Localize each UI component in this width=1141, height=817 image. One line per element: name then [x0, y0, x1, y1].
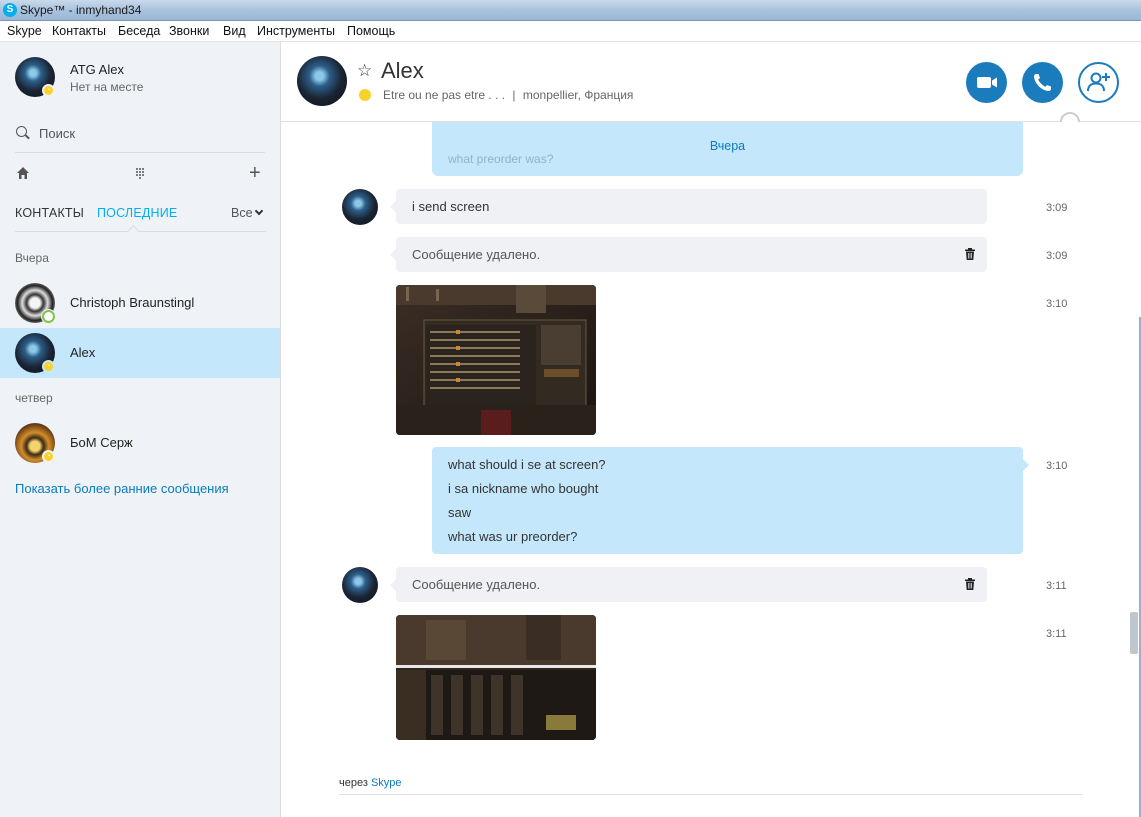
message-line: saw [448, 505, 472, 520]
mood-message: Etre ou ne pas etre . . . | monpellier, … [383, 88, 633, 102]
contact-serzh[interactable]: ◔ БоМ Серж [0, 418, 280, 468]
scrollbar-thumb[interactable] [1130, 612, 1138, 654]
message-text: Сообщение удалено. [412, 247, 541, 262]
message-line: what was ur preorder? [448, 529, 578, 544]
message-line: what should i se at screen? [448, 457, 606, 472]
message-time: 3:10 [1046, 460, 1068, 472]
away-status-icon: ◔ [42, 360, 55, 373]
message-history: what preorder was? Вчера i send screen 3… [281, 122, 1141, 817]
away-status-icon: ◔ [42, 450, 55, 463]
search-input[interactable] [39, 124, 259, 142]
contact-christoph[interactable]: Christoph Braunstingl [0, 278, 280, 328]
message-line: i sa nickname who bought [448, 481, 599, 496]
via-text: через [339, 777, 368, 789]
contact-name: Christoph Braunstingl [70, 295, 195, 310]
conversation-header: ☆ Alex Etre ou ne pas etre . . . | monpe… [281, 42, 1141, 132]
divider [15, 152, 265, 153]
my-status[interactable]: Нет на месте [70, 80, 143, 94]
conversation-title[interactable]: Alex [381, 58, 424, 84]
tabs-divider [15, 231, 266, 232]
filter-dropdown[interactable]: Все [231, 206, 263, 220]
message-time: 3:11 [1046, 580, 1067, 592]
window-title: Skype™ - inmyhand34 [20, 3, 142, 17]
image-attachment[interactable] [396, 615, 596, 740]
menu-contacts[interactable]: Контакты [52, 24, 106, 38]
message-text: Сообщение удалено. [412, 577, 541, 592]
compose-divider [339, 794, 1083, 795]
home-icon[interactable] [16, 166, 30, 180]
skype-link[interactable]: Skype [371, 777, 402, 789]
conversation-avatar[interactable] [297, 56, 347, 106]
deleted-message-bubble[interactable]: Сообщение удалено. [390, 567, 987, 602]
menu-help[interactable]: Помощь [347, 24, 395, 38]
tab-contacts[interactable]: КОНТАКТЫ [15, 206, 84, 220]
menu-calls[interactable]: Звонки [169, 24, 209, 38]
tab-recent[interactable]: ПОСЛЕДНИЕ [97, 206, 177, 220]
video-camera-icon [977, 77, 997, 88]
game-screenshot-thumbnail [396, 615, 596, 740]
contact-name: БоМ Серж [70, 435, 133, 450]
dialpad-icon[interactable] [135, 167, 145, 179]
away-clock-icon [359, 89, 371, 101]
menu-skype[interactable]: Skype [7, 24, 42, 38]
star-icon[interactable]: ☆ [357, 61, 372, 81]
trash-icon[interactable] [965, 578, 975, 590]
contact-name: Alex [70, 345, 96, 360]
message-time: 3:10 [1046, 298, 1068, 310]
menu-conversation[interactable]: Беседа [118, 24, 160, 38]
sender-avatar[interactable] [342, 567, 378, 603]
message-time: 3:11 [1046, 628, 1067, 640]
away-status-icon: ◔ [42, 84, 55, 97]
image-attachment[interactable] [396, 285, 596, 435]
mood-text: Etre ou ne pas etre . . . [383, 88, 506, 102]
phone-icon [1034, 74, 1051, 91]
date-label: Вчера [709, 139, 746, 153]
faded-message-text: what preorder was? [448, 152, 554, 166]
add-person-icon [1087, 72, 1110, 92]
menu-view[interactable]: Вид [223, 24, 246, 38]
search-icon [16, 126, 27, 137]
sender-avatar[interactable] [342, 189, 378, 225]
outgoing-message-bubble[interactable]: what should i se at screen? i sa nicknam… [432, 447, 1029, 554]
search-box[interactable] [16, 124, 266, 144]
menu-bar: Skype Контакты Беседа Звонки Вид Инструм… [0, 21, 1141, 42]
add-contact-plus-icon[interactable]: + [249, 163, 261, 183]
group-label-yesterday: Вчера [15, 251, 49, 265]
message-time: 3:09 [1046, 202, 1068, 214]
via-skype-label: через Skype [339, 777, 402, 789]
date-separator: what preorder was? Вчера [432, 122, 1023, 176]
skype-logo-icon: S [3, 3, 17, 17]
add-people-button[interactable] [1078, 62, 1119, 103]
location-text: monpellier, Франция [522, 88, 634, 102]
contact-alex[interactable]: ◔ Alex [0, 328, 280, 378]
menu-tools[interactable]: Инструменты [257, 24, 335, 38]
message-bubble[interactable]: i send screen [390, 189, 987, 224]
game-screenshot-thumbnail [396, 285, 596, 435]
title-bar: S Skype™ - inmyhand34 [0, 0, 1141, 21]
filter-label: Все [231, 206, 253, 220]
separator: | [512, 88, 516, 102]
group-label-thursday: четвер [15, 391, 53, 405]
message-text: i send screen [412, 199, 490, 214]
trash-icon[interactable] [965, 248, 975, 260]
offline-status-icon [42, 310, 55, 323]
show-earlier-link[interactable]: Показать более ранние сообщения [15, 481, 229, 496]
audio-call-button[interactable] [1022, 62, 1063, 103]
my-name[interactable]: ATG Alex [70, 62, 124, 77]
active-tab-indicator [127, 225, 140, 238]
video-call-button[interactable] [966, 62, 1007, 103]
sidebar: ◔ ATG Alex Нет на месте + КОНТАКТЫ ПОСЛЕ… [0, 42, 281, 817]
deleted-message-bubble[interactable]: Сообщение удалено. [390, 237, 987, 272]
message-time: 3:09 [1046, 250, 1068, 262]
chevron-down-icon [254, 206, 263, 216]
